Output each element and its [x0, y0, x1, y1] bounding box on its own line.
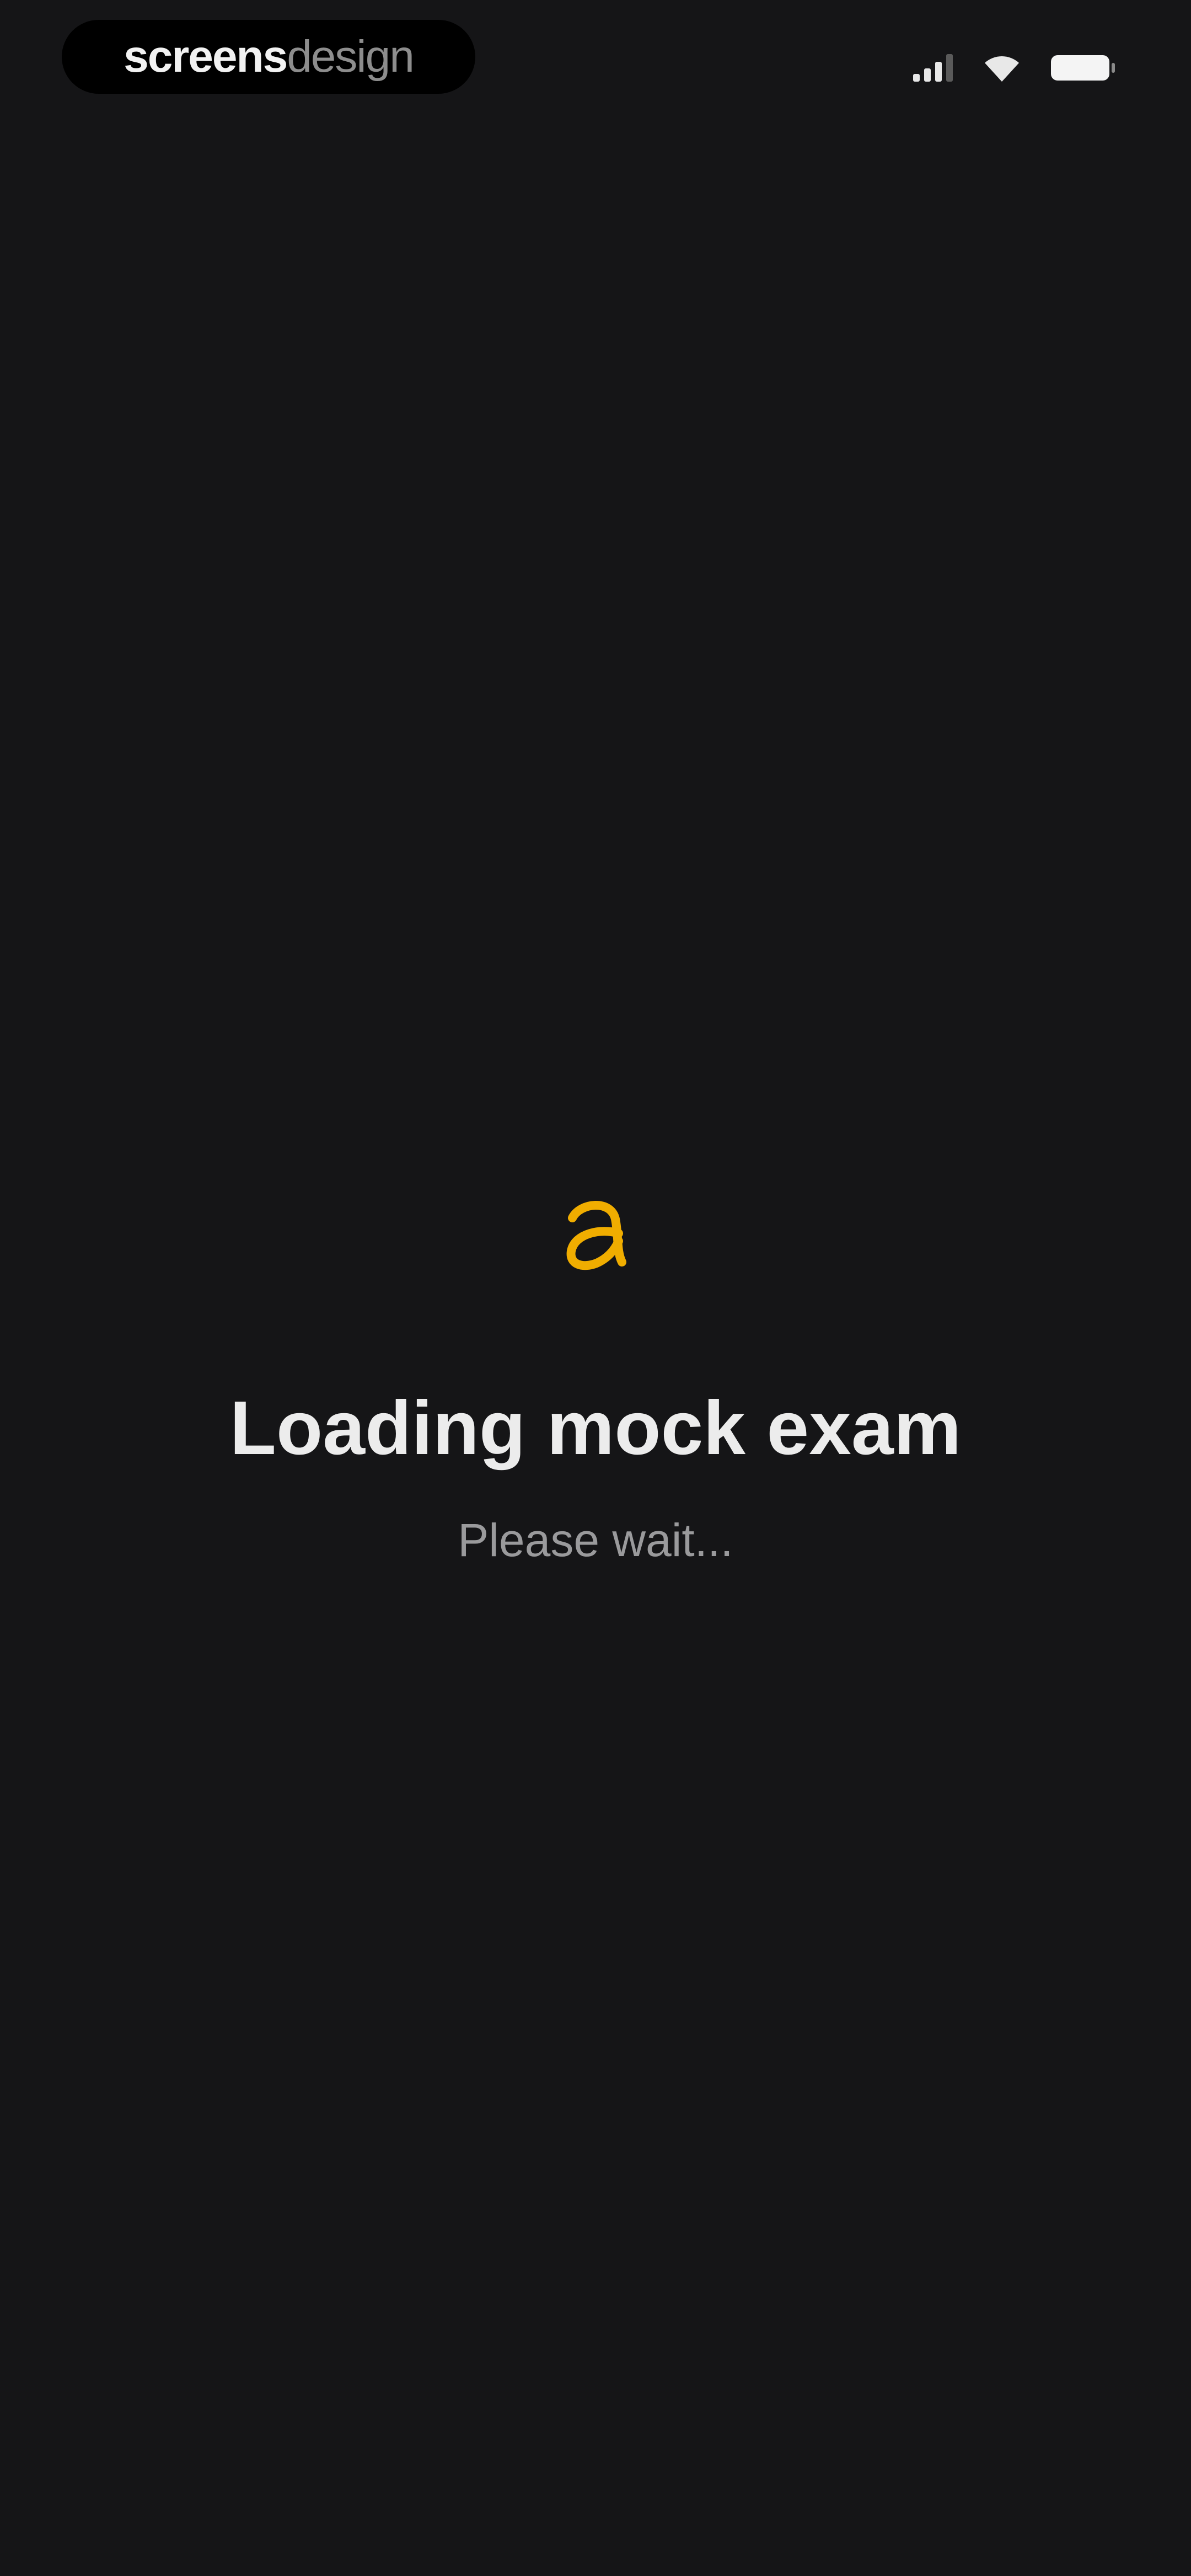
- wifi-icon: [985, 56, 1019, 82]
- battery-icon: [1051, 55, 1115, 81]
- status-bar: screens design: [0, 0, 1191, 121]
- loading-panel: Loading mock exam Please wait...: [0, 1186, 1191, 1563]
- cellular-signal-icon: [913, 54, 953, 82]
- loading-screen: screens design Loading mock exam Please w…: [0, 0, 1191, 2576]
- app-logo-icon: [566, 1201, 626, 1270]
- loading-title: Loading mock exam: [229, 1386, 962, 1471]
- loading-subtitle: Please wait...: [458, 1514, 733, 1566]
- screensdesign-watermark: screens design: [62, 20, 475, 94]
- status-icons: [913, 49, 1115, 87]
- watermark-primary-text: screens: [124, 31, 288, 82]
- watermark-secondary-text: design: [287, 31, 415, 82]
